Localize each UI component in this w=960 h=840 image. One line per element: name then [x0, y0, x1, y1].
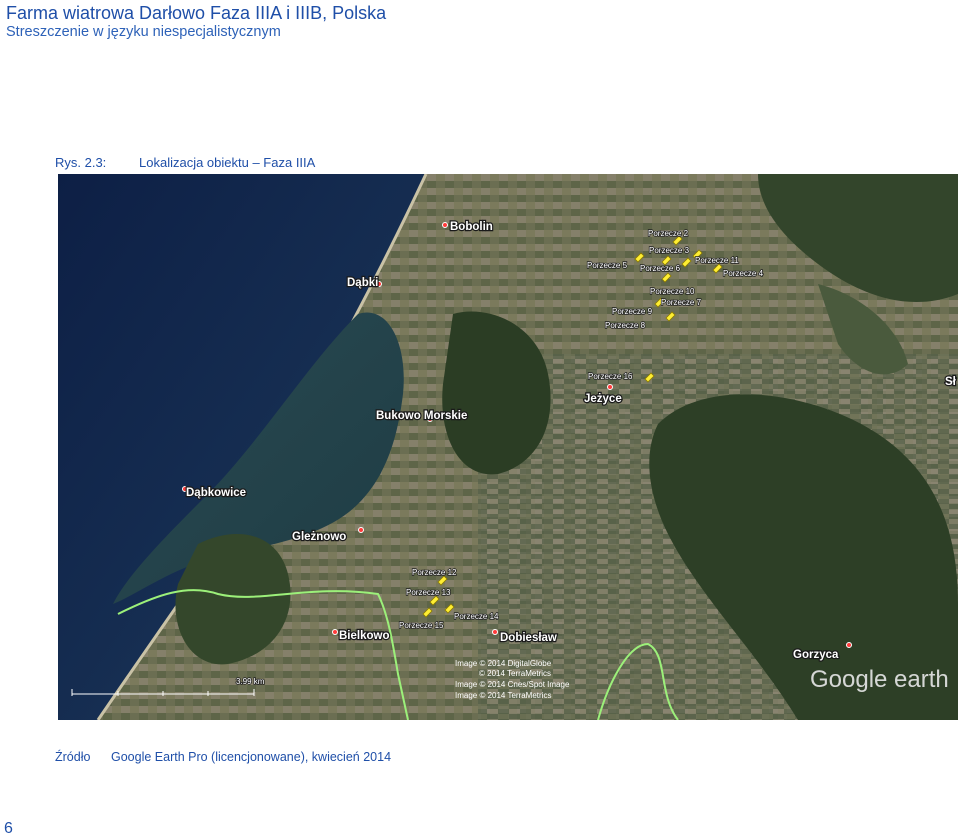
place-label-gleznowo: Gleżnowo [292, 531, 346, 543]
page-number: 6 [4, 820, 13, 837]
turbine-label: Porzecze 11 [695, 256, 739, 265]
turbine-label: Porzecze 16 [588, 372, 633, 381]
turbine-label: Porzecze 12 [412, 568, 457, 577]
place-label-gorzyca: Gorzyca [793, 649, 839, 661]
place-label-dobieslaw: Dobiesław [500, 632, 557, 644]
imagery-credit: © 2014 TerraMetrics [479, 669, 551, 678]
place-label-bukowo-morskie: Bukowo Morskie [376, 410, 467, 422]
satellite-map: Bobolin Dąbki Bukowo Morskie Jeżyce Dąbk… [58, 174, 958, 720]
turbine-label: Porzecze 5 [587, 261, 628, 270]
turbine-label: Porzecze 8 [605, 321, 646, 330]
turbine-label: Porzecze 9 [612, 307, 653, 316]
figure-number: Rys. 2.3: [55, 155, 107, 170]
place-label-sl: Sł [945, 376, 957, 388]
turbine-label: Porzecze 13 [406, 588, 451, 597]
place-label-bobolin: Bobolin [450, 221, 493, 233]
document-header-title: Farma wiatrowa Darłowo Faza IIIA i IIIB,… [6, 3, 387, 23]
turbine-label: Porzecze 7 [661, 298, 702, 307]
document-header-subtitle: Streszczenie w języku niespecjalistyczny… [6, 24, 281, 40]
place-label-dabki: Dąbki [347, 277, 378, 289]
turbine-label: Porzecze 3 [649, 246, 690, 255]
turbine-label: Porzecze 6 [640, 264, 681, 273]
place-label-jezyce: Jeżyce [584, 393, 622, 405]
turbine-label: Porzecze 14 [454, 612, 499, 621]
turbine-label: Porzecze 10 [650, 287, 695, 296]
map-canvas: Bobolin Dąbki Bukowo Morskie Jeżyce Dąbk… [58, 174, 958, 720]
turbine-label: Porzecze 2 [648, 229, 689, 238]
scale-label: 3.99 km [236, 677, 265, 686]
turbine-label: Porzecze 4 [723, 269, 764, 278]
imagery-credit: Image © 2014 DigitalGlobe [455, 659, 552, 668]
source-label: Źródło [55, 750, 91, 764]
figure-title: Lokalizacja obiektu – Faza IIIA [139, 155, 316, 170]
place-label-bielkowo: Bielkowo [339, 630, 389, 642]
imagery-credit: Image © 2014 TerraMetrics [455, 691, 551, 700]
source-text: Google Earth Pro (licencjonowane), kwiec… [111, 750, 392, 764]
google-earth-logo: Google earth [810, 666, 949, 693]
turbine-label: Porzecze 15 [399, 621, 444, 630]
imagery-credit: Image © 2014 Cnes/Spot Image [455, 680, 570, 689]
place-label-dabkowice: Dąbkowice [186, 487, 246, 499]
